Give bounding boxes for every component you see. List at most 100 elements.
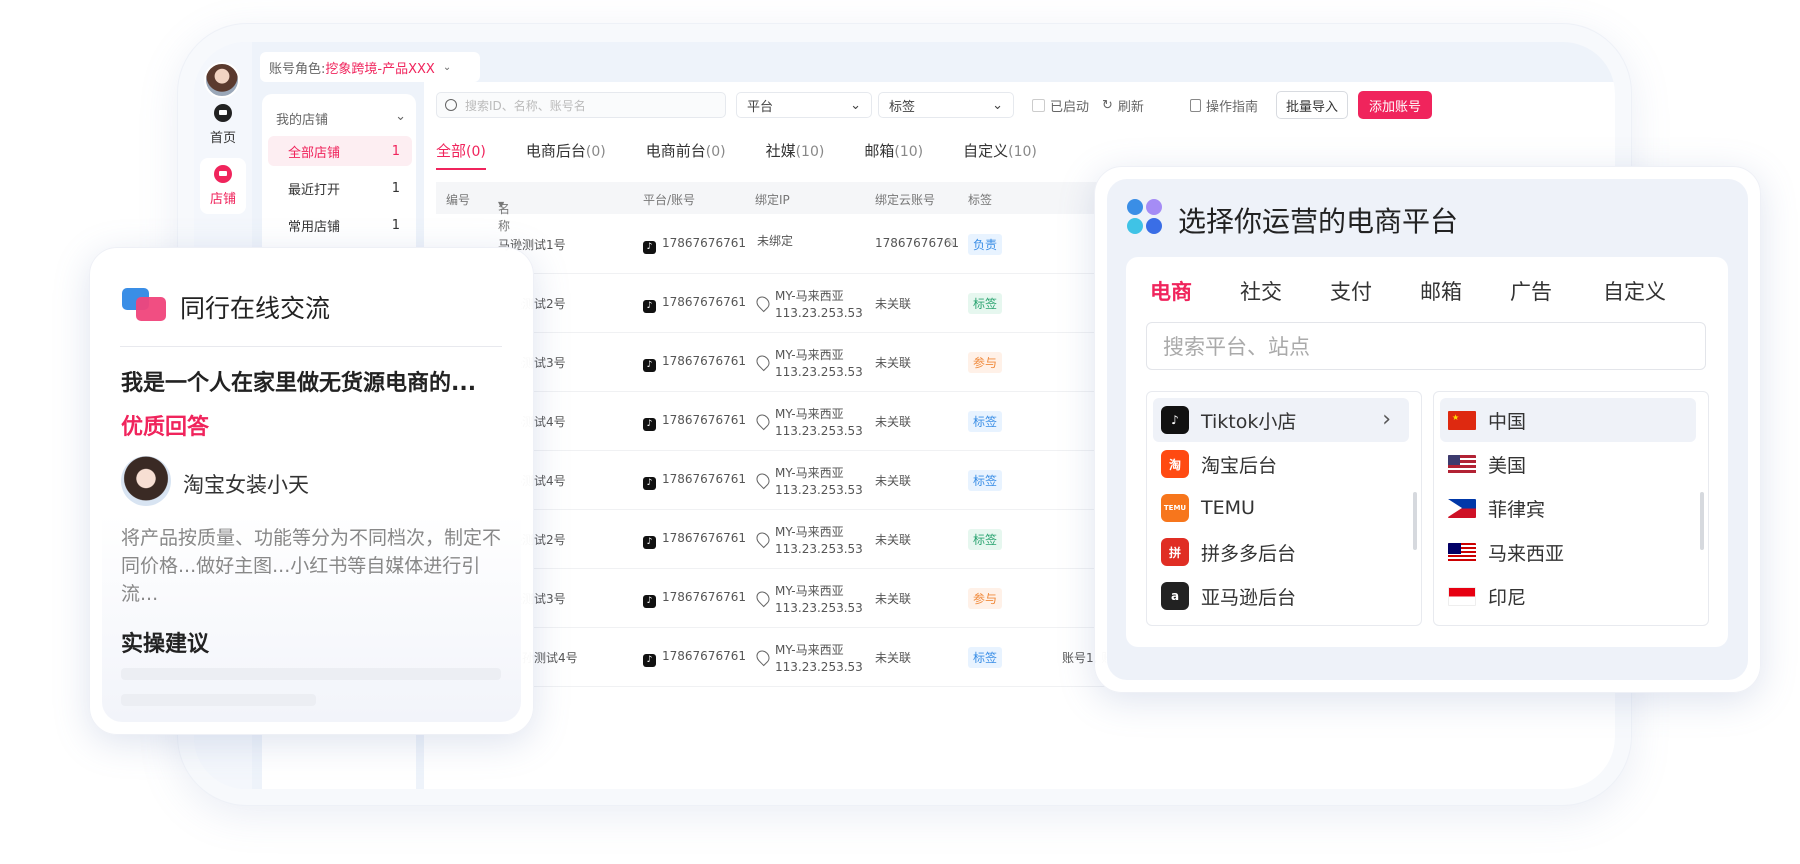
platform-tab-0[interactable]: 电商 xyxy=(1150,276,1192,306)
platform-tab-3[interactable]: 邮箱 xyxy=(1420,276,1462,306)
platform-item[interactable]: 拼拼多多后台 xyxy=(1153,530,1409,574)
tiktok-icon: ♪ xyxy=(643,359,656,372)
search-icon xyxy=(445,99,457,111)
ip-region: MY-马来西亚 xyxy=(775,407,844,421)
ip-region: MY-马来西亚 xyxy=(775,643,844,657)
platform-list: ♪ Tiktok小店 › 淘淘宝后台 TEMU TEMU 拼拼多多后台 a 亚马逊后台 xyxy=(1146,391,1422,626)
tab-5[interactable]: 自定义(10) xyxy=(963,140,1037,170)
nav-home[interactable]: 首页 xyxy=(200,97,246,153)
divider xyxy=(120,346,502,347)
region-item[interactable]: 印尼 xyxy=(1440,574,1696,618)
nav-shops[interactable]: 店铺 xyxy=(200,158,246,214)
row-account: 17867676761 xyxy=(662,531,746,545)
ip-region: MY-马来西亚 xyxy=(775,466,844,480)
tag-badge: 标签 xyxy=(968,647,1003,668)
shop-item-frequent[interactable]: 常用店铺 1 xyxy=(268,210,412,240)
tab-label: 社媒 xyxy=(765,142,796,160)
my-shops-title: 我的店铺 xyxy=(276,113,329,128)
answer-text: 将产品按质量、功能等分为不同档次，制定不同价格...做好主图...小红书等自媒体… xyxy=(121,527,502,605)
guide-label: 操作指南 xyxy=(1206,100,1259,115)
tab-3[interactable]: 社媒(10) xyxy=(766,140,825,170)
marketing-screenshot: 首页 店铺 账号角色: 挖象跨境-产品XXX ⌄ 我的店铺 ⌄ 全部店铺 1 最… xyxy=(0,0,1800,864)
tag-badge: 标签 xyxy=(968,470,1003,491)
row-platform: ♪ 17867676761 xyxy=(643,531,746,549)
search-input[interactable]: 搜索ID、名称、账号名 xyxy=(436,92,726,118)
row-tag: 标签 xyxy=(968,647,1003,668)
location-pin-icon xyxy=(753,588,777,614)
pin-shape xyxy=(753,352,773,372)
platform-select[interactable]: 平台 ⌄ xyxy=(736,92,872,118)
platform-search-input[interactable]: 搜索平台、站点 xyxy=(1146,322,1706,370)
tab-label: 电商前台 xyxy=(645,142,706,160)
platform-item[interactable]: ♪ Tiktok小店 › xyxy=(1153,398,1409,442)
shop-item-label: 常用店铺 xyxy=(288,219,341,235)
my-shops-header[interactable]: 我的店铺 ⌄ xyxy=(276,109,406,128)
col-platform: 平台/账号 xyxy=(643,193,696,207)
region-list: ★ 中国 美国 菲律宾 马来西亚 印尼 xyxy=(1433,391,1709,626)
taobao-icon: 淘 xyxy=(1161,450,1189,478)
tab-1[interactable]: 电商后台(0) xyxy=(526,140,606,170)
platform-tab-4[interactable]: 广告 xyxy=(1510,276,1552,306)
location-pin-icon xyxy=(753,293,777,319)
scrollbar[interactable] xyxy=(1413,492,1417,550)
tag-badge: 参与 xyxy=(968,588,1003,609)
add-account-button[interactable]: 添加账号 xyxy=(1358,91,1432,119)
col-tag: 标签 xyxy=(968,193,993,207)
ip-address: 113.23.253.53 xyxy=(775,424,863,438)
region-item[interactable]: 美国 xyxy=(1440,442,1696,486)
skeleton-line xyxy=(121,694,316,706)
ip-address: 113.23.253.53 xyxy=(775,660,863,674)
sort-icon: ▼ xyxy=(498,200,505,209)
chevron-down-icon: ⌄ xyxy=(395,109,406,124)
tiktok-icon: ♪ xyxy=(643,477,656,490)
row-cloud-account: 未关联 xyxy=(875,592,912,606)
guide-link[interactable]: 操作指南 xyxy=(1190,96,1258,115)
scrollbar[interactable] xyxy=(1700,492,1704,550)
row-platform: ♪ 17867676761 xyxy=(643,472,746,490)
shop-item-recent[interactable]: 最近打开 1 xyxy=(268,173,412,203)
row-tag: 参与 xyxy=(968,352,1003,373)
tab-count: (10) xyxy=(795,144,825,160)
pinduoduo-icon: 拼 xyxy=(1161,538,1189,566)
pin-shape xyxy=(753,588,773,608)
platform-item[interactable]: TEMU TEMU xyxy=(1153,486,1409,530)
forum-title: 同行在线交流 xyxy=(180,294,331,323)
tag-select[interactable]: 标签 ⌄ xyxy=(878,92,1014,118)
row-tag: 标签 xyxy=(968,470,1003,491)
account-role-select[interactable]: 账号角色: 挖象跨境-产品XXX ⌄ xyxy=(260,52,480,82)
region-item[interactable]: 马来西亚 xyxy=(1440,530,1696,574)
refresh-button[interactable]: ↻ 刷新 xyxy=(1102,96,1144,115)
ip-region: MY-马来西亚 xyxy=(775,348,844,362)
tab-4[interactable]: 邮箱(10) xyxy=(864,140,923,170)
platform-item[interactable]: 淘淘宝后台 xyxy=(1153,442,1409,486)
tiktok-icon: ♪ xyxy=(643,595,656,608)
row-cloud-account: 未关联 xyxy=(875,651,912,665)
shop-item-all[interactable]: 全部店铺 1 xyxy=(268,136,412,166)
region-item[interactable]: ★ 中国 xyxy=(1440,398,1696,442)
platform-item[interactable]: a 亚马逊后台 xyxy=(1153,574,1409,618)
enabled-label: 已启动 xyxy=(1050,100,1090,115)
platform-select-label: 平台 xyxy=(747,99,774,115)
platform-tab-1[interactable]: 社交 xyxy=(1240,276,1282,306)
skeleton-line xyxy=(121,668,501,680)
tab-0[interactable]: 全部(0) xyxy=(436,140,486,170)
edit-icon[interactable]: ✎ xyxy=(946,236,956,250)
tab-2[interactable]: 电商前台(0) xyxy=(646,140,726,170)
platform-tab-2[interactable]: 支付 xyxy=(1330,276,1372,306)
bulk-import-button[interactable]: 批量导入 xyxy=(1276,91,1348,119)
platform-tab-5[interactable]: 自定义 xyxy=(1603,276,1666,306)
region-item[interactable]: 菲律宾 xyxy=(1440,486,1696,530)
platform-logo-icon xyxy=(1127,199,1163,235)
user-avatar[interactable] xyxy=(204,62,240,98)
enabled-checkbox[interactable]: 已启动 xyxy=(1032,96,1089,115)
tab-label: 邮箱 xyxy=(864,142,895,160)
answer-user-name: 淘宝女装小天 xyxy=(183,473,309,497)
tag-badge: 负责 xyxy=(968,234,1003,255)
shop-icon xyxy=(214,165,232,183)
shop-item-count: 1 xyxy=(391,180,400,196)
platform-name: 拼多多后台 xyxy=(1201,542,1297,565)
row-ip: MY-马来西亚 113.23.253.53 xyxy=(775,347,863,381)
question-title[interactable]: 我是一个人在家里做无货源电商的... xyxy=(121,365,476,397)
tab-label: 全部 xyxy=(436,142,467,160)
row-account: 17867676761 xyxy=(662,472,746,486)
